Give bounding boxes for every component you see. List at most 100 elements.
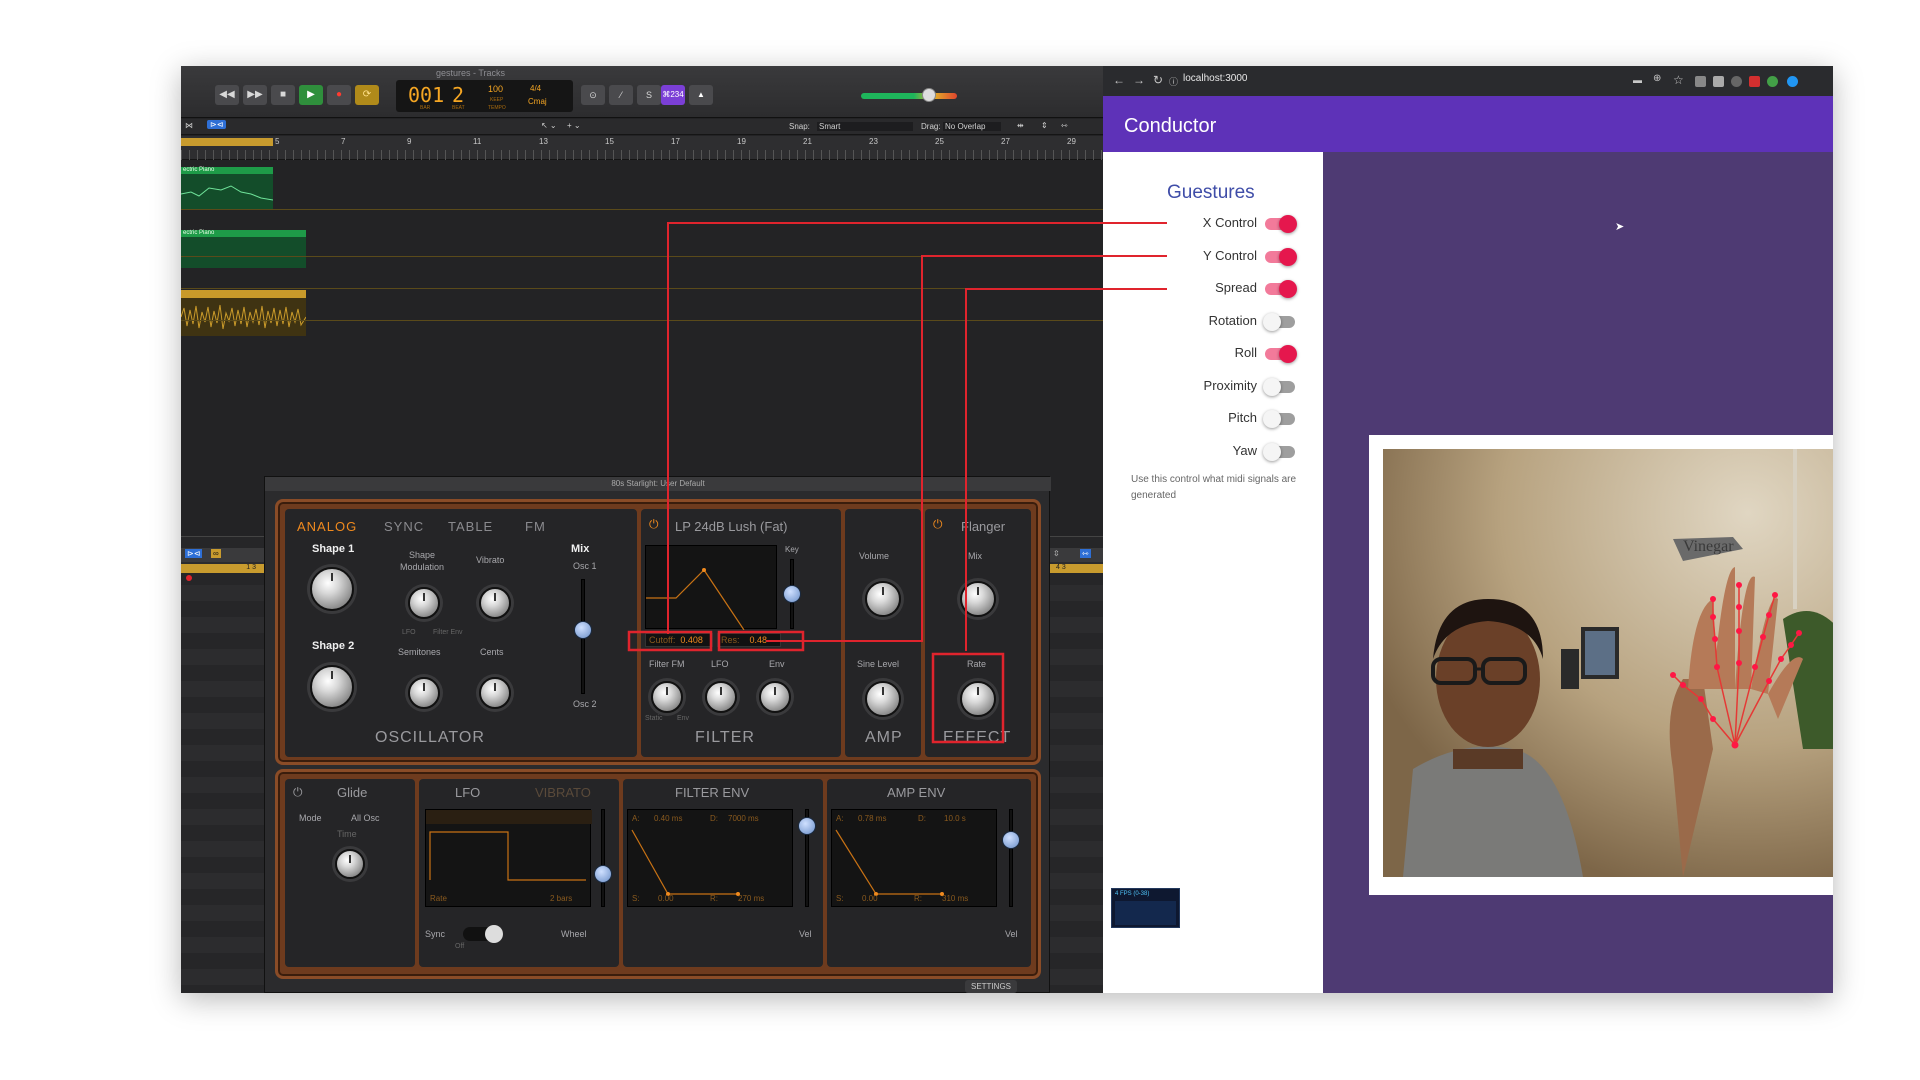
pointer-tool-icon[interactable]: ↖ ⌄ [541, 121, 557, 130]
rewind-button[interactable]: ◀◀ [215, 85, 239, 105]
effect-mix-knob[interactable] [960, 581, 996, 617]
effect-type[interactable]: Flanger [961, 519, 1005, 534]
toggle-switch[interactable] [1263, 312, 1295, 331]
toggle-thumb[interactable] [1263, 377, 1281, 396]
catch-icon[interactable]: ⋈ [185, 121, 193, 130]
master-volume-handle[interactable] [922, 88, 936, 102]
amp-env-fader[interactable] [1009, 809, 1013, 907]
star-icon[interactable]: ☆ [1673, 73, 1684, 87]
midi-region-1[interactable]: ectric Piano [181, 167, 273, 209]
automation-icon[interactable]: ⊳⊲ [207, 120, 227, 129]
count-in-button[interactable]: ⌘234 [661, 85, 685, 105]
reload-icon[interactable]: ↻ [1153, 73, 1163, 87]
fit-icon[interactable]: ⇿ [1061, 121, 1068, 130]
lfo-fader-handle[interactable] [594, 865, 612, 883]
tab-table[interactable]: TABLE [448, 519, 493, 534]
record-button[interactable]: ● [327, 85, 351, 105]
toggle-thumb[interactable] [1263, 410, 1281, 428]
filter-display[interactable] [645, 545, 777, 631]
vibrato-knob[interactable] [479, 587, 511, 619]
mixer-fit-icon[interactable]: ⇿ [1080, 549, 1091, 558]
filter-fm-knob[interactable] [651, 681, 683, 713]
filter-env-display[interactable]: A: 0.40 ms D: 7000 ms S: 0.00 R: 270 ms [627, 809, 793, 907]
extension-4-icon[interactable] [1749, 76, 1760, 87]
forward-button[interactable]: ▶▶ [243, 85, 267, 105]
extension-5-icon[interactable] [1767, 76, 1778, 87]
snap-select[interactable]: Smart [817, 122, 913, 131]
effect-power-icon[interactable]: ⏻ [933, 517, 943, 532]
toggle-switch[interactable] [1265, 345, 1297, 363]
mixer-loop-icon[interactable]: ∞ [211, 549, 221, 558]
midi-region-2[interactable]: ectric Piano [181, 230, 306, 268]
extension-1-icon[interactable] [1695, 76, 1706, 87]
toggle-switch[interactable] [1265, 215, 1297, 233]
lfo-tab[interactable]: LFO [455, 785, 480, 800]
play-button[interactable]: ▶ [299, 85, 323, 105]
lcd-display[interactable]: 001 2 BAR BEAT 100 KEEP TEMPO 4/4 Cmaj [396, 80, 573, 112]
extension-2-icon[interactable] [1713, 76, 1724, 87]
tab-analog[interactable]: ANALOG [297, 519, 357, 534]
sync-switch-thumb[interactable] [485, 925, 503, 943]
volume-knob[interactable] [865, 581, 901, 617]
replace-button[interactable]: ⁄ [609, 85, 633, 105]
toggle-switch[interactable] [1263, 377, 1295, 396]
filter-power-icon[interactable]: ⏻ [649, 517, 659, 532]
audio-region[interactable] [181, 290, 307, 336]
toggle-switch[interactable] [1263, 442, 1295, 461]
master-volume-slider[interactable] [861, 93, 957, 99]
toggle-thumb[interactable] [1279, 247, 1297, 266]
key-fader-handle[interactable] [783, 585, 801, 603]
cutoff-readout[interactable]: Cutoff: 0.408 [645, 633, 713, 647]
filter-type[interactable]: LP 24dB Lush (Fat) [675, 519, 788, 534]
tab-fm[interactable]: FM [525, 519, 546, 534]
extension-3-icon[interactable] [1731, 76, 1742, 87]
lfo-display[interactable]: Rate 2 bars [425, 809, 592, 907]
toggle-switch[interactable] [1265, 247, 1297, 266]
mode-select[interactable]: All Osc [351, 813, 380, 823]
filter-env-knob[interactable] [759, 681, 791, 713]
tuner-button[interactable]: ⊙ [581, 85, 605, 105]
address-bar[interactable]: localhost:3000 [1183, 73, 1248, 84]
timeline-ruler[interactable]: 357911131517192123252729 [181, 136, 1103, 160]
settings-button[interactable]: SETTINGS [965, 980, 1018, 993]
toggle-thumb[interactable] [1279, 215, 1297, 233]
resonance-readout[interactable]: Res: 0.48 [717, 633, 781, 647]
shape2-knob[interactable] [310, 665, 354, 709]
lfo-fader[interactable] [601, 809, 605, 907]
camera-icon[interactable]: ▬ [1633, 75, 1642, 85]
info-icon[interactable]: ⓘ [1169, 75, 1178, 88]
extension-6-icon[interactable] [1787, 76, 1798, 87]
glide-power-icon[interactable]: ⏻ [293, 785, 303, 800]
filter-lfo-knob[interactable] [705, 681, 737, 713]
cents-knob[interactable] [479, 677, 511, 709]
cycle-button[interactable]: ⟳ [355, 85, 379, 105]
toggle-switch[interactable] [1265, 280, 1297, 298]
amp-env-display[interactable]: A: 0.78 ms D: 10.0 s S: 0.00 R: 310 ms [831, 809, 997, 907]
sine-level-knob[interactable] [865, 681, 901, 717]
metronome-button[interactable]: ▲ [689, 85, 713, 105]
vibrato-tab[interactable]: VIBRATO [535, 785, 591, 800]
amp-env-fader-handle[interactable] [1002, 831, 1020, 849]
osc-mix-handle[interactable] [574, 621, 592, 639]
toggle-thumb[interactable] [1263, 312, 1281, 331]
sync-switch[interactable] [463, 925, 503, 943]
filter-env-fader-handle[interactable] [798, 817, 816, 835]
forward-icon[interactable]: → [1133, 73, 1145, 87]
zoom-icon[interactable]: ⊕ [1653, 73, 1661, 84]
toggle-thumb[interactable] [1279, 345, 1297, 363]
mixer-stepper-icon[interactable]: ⇳ [1053, 549, 1060, 558]
toggle-switch[interactable] [1263, 410, 1295, 428]
glide-time-knob[interactable] [335, 849, 365, 879]
shape1-knob[interactable] [310, 567, 354, 611]
solo-button[interactable]: S [637, 85, 661, 105]
shape-mod-knob[interactable] [408, 587, 440, 619]
mixer-automation-icon[interactable]: ⊳⊲ [185, 549, 203, 558]
tab-sync[interactable]: SYNC [384, 519, 424, 534]
drag-select[interactable]: No Overlap [943, 122, 1001, 131]
back-icon[interactable]: ← [1113, 73, 1125, 87]
semitones-knob[interactable] [408, 677, 440, 709]
toggle-thumb[interactable] [1279, 280, 1297, 298]
zoom-vertical-icon[interactable]: ⇕ [1041, 121, 1048, 130]
toggle-thumb[interactable] [1263, 442, 1281, 461]
stop-button[interactable]: ■ [271, 85, 295, 105]
